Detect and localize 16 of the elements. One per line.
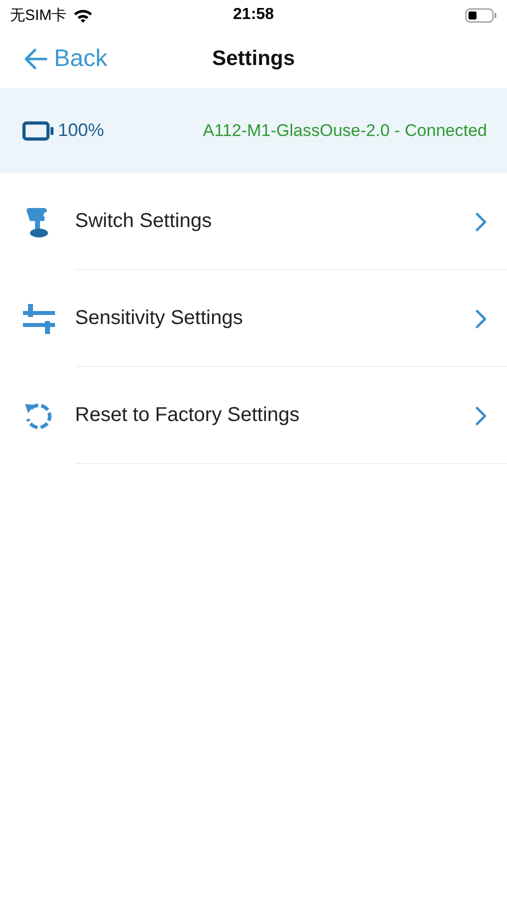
wifi-icon	[72, 8, 93, 22]
settings-row[interactable]: Sensitivity Settings	[0, 270, 507, 367]
sliders-icon	[22, 302, 56, 336]
chevron-icon	[475, 308, 487, 328]
back-arrow-icon	[24, 48, 48, 70]
chevron-icon	[475, 406, 487, 426]
battery-level: 100%	[58, 120, 104, 141]
clock-time: 21:58	[233, 6, 274, 23]
connection-status: A112-M1-GlassOuse-2.0 - Connected	[202, 120, 487, 140]
battery-icon	[465, 8, 497, 22]
battery-icon	[22, 120, 54, 140]
page-title: Settings	[212, 47, 295, 70]
carrier-label: 无SIM卡	[10, 6, 67, 24]
settings-row[interactable]: Reset to Factory Settings	[0, 367, 507, 464]
settings-row[interactable]: Switch Settings	[0, 173, 507, 270]
chevron-icon	[475, 212, 487, 232]
